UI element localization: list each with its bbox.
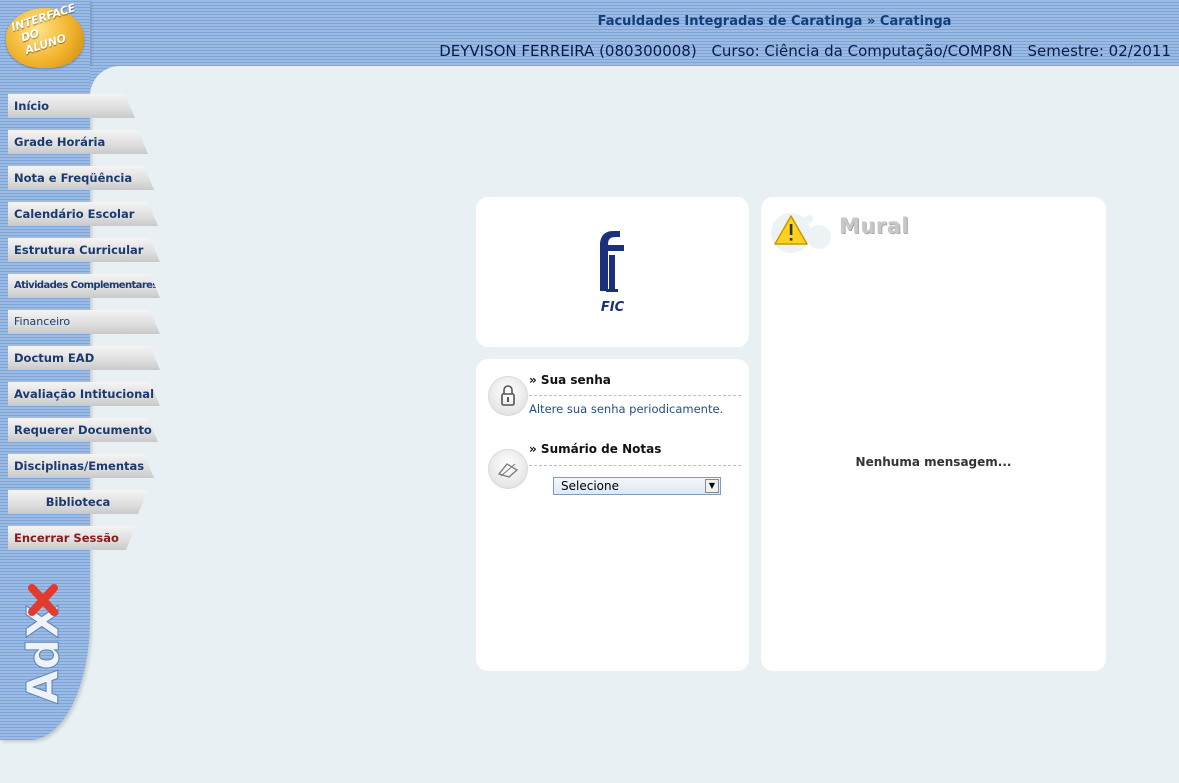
- menu-item-grade-horaria[interactable]: Grade Horária: [8, 130, 148, 154]
- menu-item-estrutura-curricular[interactable]: Estrutura Curricular: [8, 238, 160, 262]
- password-section-title: » Sua senha: [529, 373, 611, 387]
- fic-logo-icon: [600, 231, 624, 292]
- menu-item-requerer-documento[interactable]: Requerer Documento: [8, 418, 158, 442]
- student-info: DEYVISON FERREIRA (080300008) Curso: Ciê…: [439, 42, 1171, 60]
- menu-item-financeiro[interactable]: Financeiro: [8, 310, 160, 334]
- semester: Semestre: 02/2011: [1027, 42, 1172, 60]
- fic-logo-text: FIC: [600, 300, 625, 315]
- mural-empty-message: Nenhuma mensagem...: [855, 455, 1012, 469]
- lock-icon: [488, 376, 528, 416]
- select-arrow-icon[interactable]: ▼: [705, 479, 719, 493]
- header-bar: Faculdades Integradas de Caratinga » Car…: [0, 0, 1179, 66]
- course-name: Curso: Ciência da Computação/COMP8N: [711, 42, 1013, 60]
- password-divider: [529, 395, 741, 396]
- institution-title: Faculdades Integradas de Caratinga » Car…: [597, 14, 952, 29]
- notes-icon: [488, 449, 528, 489]
- menu-item-calendario-escolar[interactable]: Calendário Escolar: [8, 202, 158, 226]
- menu-item-avaliacao-institucional[interactable]: Avaliação Intitucional: [8, 382, 160, 406]
- grades-select[interactable]: Selecione ▼: [553, 477, 721, 495]
- menu-item-doctum-ead[interactable]: Doctum EAD: [8, 346, 160, 370]
- menu-item-atividades-complementares[interactable]: Atividades Complementares: [8, 274, 160, 298]
- student-name: DEYVISON FERREIRA (080300008): [439, 42, 697, 60]
- grades-section-title: » Sumário de Notas: [529, 442, 662, 456]
- menu-item-disciplinas-ementas[interactable]: Disciplinas/Ementas: [8, 454, 154, 478]
- mural-title: Mural: [839, 214, 910, 238]
- grades-divider: [529, 465, 741, 466]
- quick-links-panel: » Sua senha Altere sua senha periodicame…: [476, 359, 749, 671]
- warning-icon: [771, 213, 831, 253]
- fic-logo-panel: FIC: [476, 197, 749, 347]
- menu-item-inicio[interactable]: Início: [8, 94, 135, 118]
- menu-item-biblioteca[interactable]: Biblioteca: [8, 490, 148, 514]
- adx-logo-text: AdX: [18, 604, 69, 704]
- change-password-link[interactable]: Altere sua senha periodicamente.: [529, 402, 723, 416]
- mural-panel: Mural Nenhuma mensagem...: [761, 197, 1106, 671]
- grades-select-value: Selecione: [561, 479, 619, 493]
- menu-item-encerrar-sessao[interactable]: Encerrar Sessão: [8, 526, 136, 550]
- menu-item-nota-frequencia[interactable]: Nota e Freqüência: [8, 166, 154, 190]
- adx-logo: AdX: [18, 584, 70, 705]
